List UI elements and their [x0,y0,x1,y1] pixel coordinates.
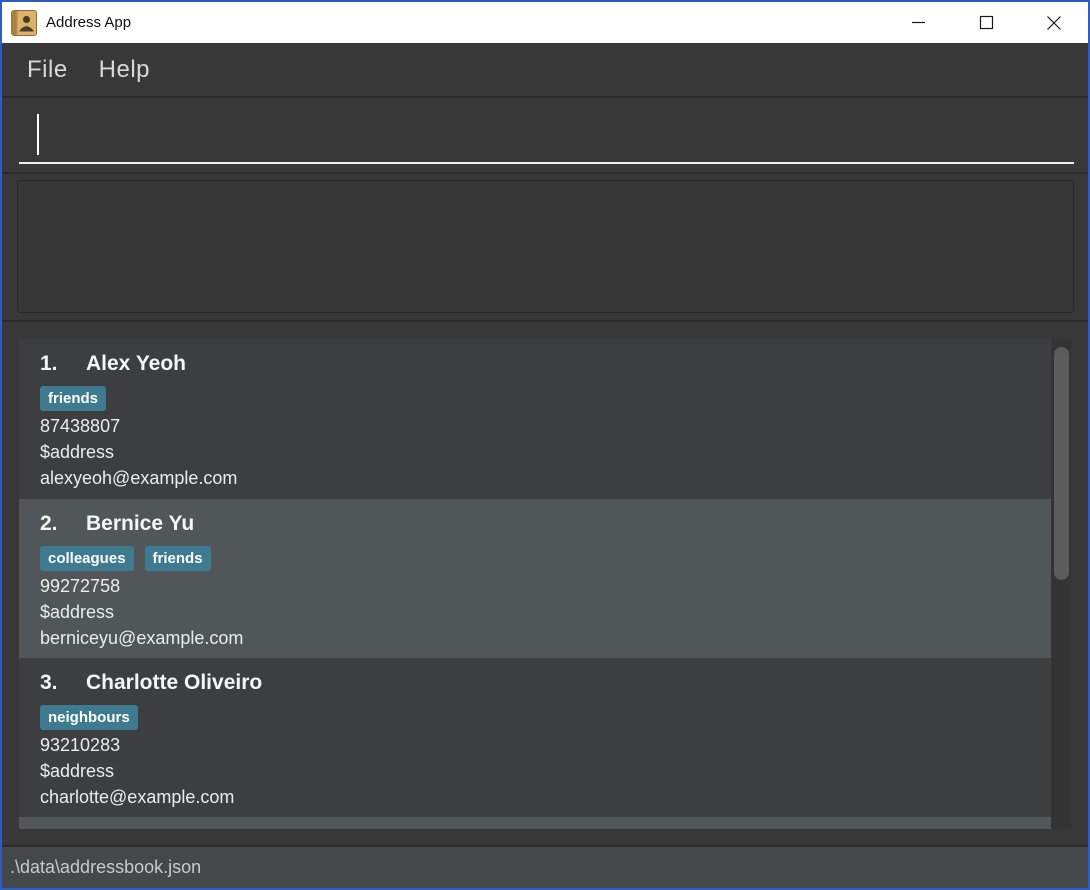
scrollbar-track[interactable] [1051,339,1071,829]
person-list-item[interactable]: 1. Alex Yeoh friends 87438807 $address a… [19,339,1051,499]
person-list-item[interactable]: 2. Bernice Yu colleagues friends 99272758… [19,499,1051,658]
person-index: 1. [40,350,86,378]
status-bar: .\data\addressbook.json [2,845,1088,888]
person-tag: friends [145,546,211,571]
person-name: Charlotte Oliveiro [86,669,262,697]
maximize-icon[interactable] [952,2,1020,43]
person-tag: friends [40,386,106,411]
close-icon[interactable] [1020,2,1088,43]
person-phone: 99272758 [40,573,1041,599]
person-index: 2. [40,510,86,538]
command-input[interactable] [2,98,1088,172]
person-index: 3. [40,669,86,697]
person-tags: neighbours [40,705,1041,730]
person-tag: neighbours [40,705,138,730]
person-name-row: 1. Alex Yeoh [40,350,1041,378]
scrollbar-thumb[interactable] [1054,347,1069,580]
person-address: $address [40,599,1041,625]
person-tags: friends [40,386,1041,411]
person-name-row: 3. Charlotte Oliveiro [40,669,1041,697]
person-tags: colleagues friends [40,546,1041,571]
person-address: $address [40,439,1041,465]
person-email: alexyeoh@example.com [40,465,1041,491]
person-phone: 87438807 [40,413,1041,439]
person-phone: 93210283 [40,732,1041,758]
person-email: charlotte@example.com [40,784,1041,810]
person-email: berniceyu@example.com [40,625,1041,651]
minimize-icon[interactable] [884,2,952,43]
person-list-item[interactable]: 3. Charlotte Oliveiro neighbours 9321028… [19,658,1051,817]
address-book-icon [11,10,37,36]
command-box-pane [2,98,1088,172]
person-list-panel: 1. Alex Yeoh friends 87438807 $address a… [2,322,1088,845]
address-app-window: Address App File Help 1. [0,0,1090,890]
result-display-pane [2,172,1088,322]
menu-help[interactable]: Help [99,56,150,84]
person-name-row: 2. Bernice Yu [40,510,1041,538]
person-list-item-partial[interactable] [19,817,1051,829]
text-caret [37,114,39,155]
command-input-underline [19,162,1074,164]
menu-file[interactable]: File [27,56,68,84]
person-name: Bernice Yu [86,510,194,538]
person-list: 1. Alex Yeoh friends 87438807 $address a… [19,339,1051,829]
menubar: File Help [2,43,1088,98]
person-tag: colleagues [40,546,134,571]
window-controls [884,2,1088,43]
window-title: Address App [46,14,131,31]
titlebar[interactable]: Address App [2,2,1088,43]
person-address: $address [40,758,1041,784]
person-name: Alex Yeoh [86,350,186,378]
result-display[interactable] [17,180,1074,313]
save-location-status: .\data\addressbook.json [10,857,201,878]
